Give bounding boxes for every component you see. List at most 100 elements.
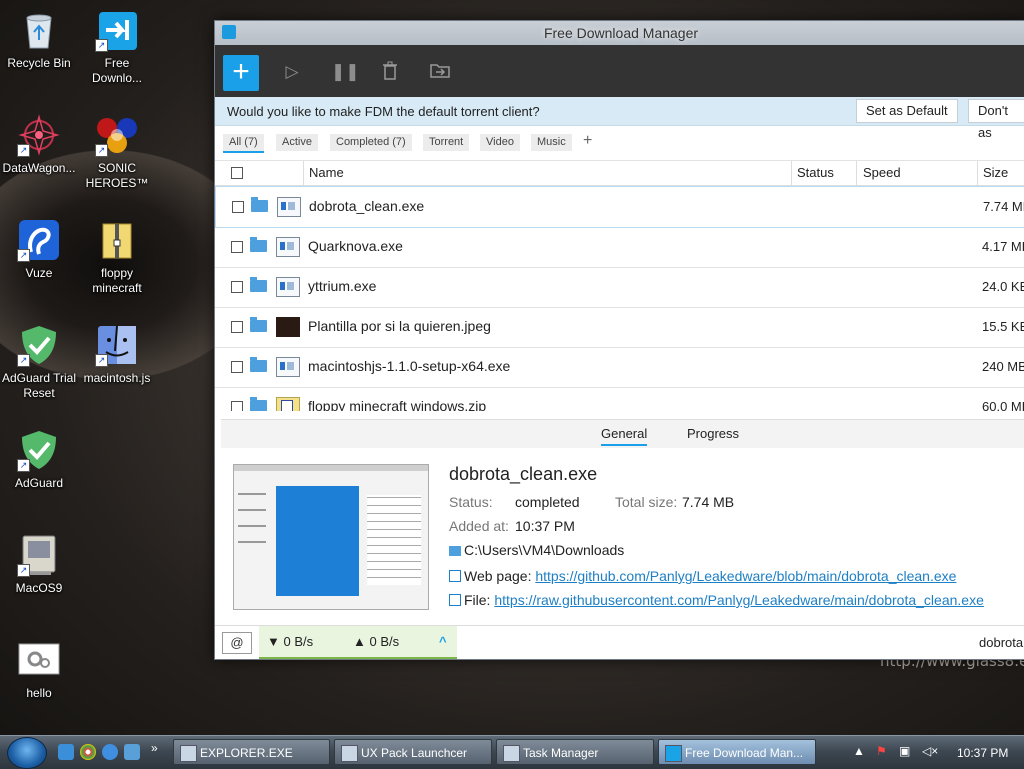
task-ux-pack[interactable]: UX Pack Launchcer bbox=[334, 739, 492, 765]
total-size-value: 7.74 MB bbox=[682, 494, 735, 510]
desktop-icon-label: AdGuard bbox=[14, 476, 64, 490]
desktop-icon-floppy-minecraft[interactable]: floppy minecraft bbox=[78, 218, 156, 296]
table-row[interactable]: Plantilla por si la quieren.jpeg 15.5 KB bbox=[215, 307, 1024, 348]
column-status[interactable]: Status bbox=[797, 165, 834, 180]
default-client-notice: Would you like to make FDM the default t… bbox=[215, 97, 1024, 140]
row-checkbox[interactable] bbox=[231, 241, 243, 253]
volume-muted-icon[interactable]: ◁× bbox=[922, 744, 938, 758]
task-label: EXPLORER.EXE bbox=[200, 746, 293, 760]
dont-ask-button[interactable]: Don't as bbox=[968, 99, 1024, 140]
upload-speed: ▲ 0 B/s bbox=[353, 634, 400, 649]
select-all-checkbox[interactable] bbox=[231, 167, 243, 179]
add-filter-button[interactable]: + bbox=[583, 132, 592, 150]
table-row[interactable]: Quarknova.exe 4.17 MB bbox=[215, 227, 1024, 268]
task-task-manager[interactable]: Task Manager bbox=[496, 739, 654, 765]
network-icon[interactable]: ▣ bbox=[899, 744, 910, 758]
web-page-link[interactable]: https://github.com/Panlyg/Leakedware/blo… bbox=[535, 568, 956, 584]
open-folder-icon[interactable] bbox=[250, 277, 267, 292]
file-size: 60.0 MB bbox=[982, 399, 1024, 411]
task-fdm[interactable]: Free Download Man... bbox=[658, 739, 816, 765]
desktop-icon-macos9[interactable]: ↗ MacOS9 bbox=[0, 533, 78, 596]
row-checkbox[interactable] bbox=[231, 401, 243, 411]
set-as-default-button[interactable]: Set as Default bbox=[856, 99, 958, 123]
desktop-icon-recycle-bin[interactable]: Recycle Bin bbox=[0, 8, 78, 71]
internet-explorer-icon[interactable] bbox=[102, 744, 118, 760]
zip-folder-icon bbox=[95, 218, 139, 262]
details-panel: General Progress dobrota_clean.exe Statu… bbox=[221, 419, 1024, 627]
file-url-link[interactable]: https://raw.githubusercontent.com/Panlyg… bbox=[494, 592, 984, 608]
table-header: Name Status Speed Size bbox=[215, 161, 1024, 186]
filter-music[interactable]: Music bbox=[531, 134, 572, 151]
row-checkbox[interactable] bbox=[231, 321, 243, 333]
pause-button[interactable]: ❚❚ bbox=[331, 61, 360, 83]
column-name[interactable]: Name bbox=[309, 165, 344, 180]
desktop-icon-adguard[interactable]: ↗ AdGuard bbox=[0, 428, 78, 491]
tab-progress[interactable]: Progress bbox=[687, 426, 739, 441]
desktop-icon-label: Free Downlo... bbox=[91, 56, 143, 85]
desktop-icon-hello[interactable]: hello bbox=[0, 638, 78, 701]
open-folder-icon[interactable] bbox=[250, 397, 267, 411]
quick-launch-overflow[interactable]: » bbox=[151, 741, 158, 755]
speed-indicator[interactable]: ▼ 0 B/s ▲ 0 B/s ^ bbox=[259, 626, 457, 659]
show-desktop-icon[interactable] bbox=[58, 744, 74, 760]
tab-general[interactable]: General bbox=[601, 426, 648, 446]
filter-completed[interactable]: Completed (7) bbox=[330, 134, 412, 151]
shortcut-arrow-icon: ↗ bbox=[95, 354, 108, 367]
task-explorer[interactable]: EXPLORER.EXE bbox=[173, 739, 330, 765]
action-center-flag-icon[interactable]: ⚑ bbox=[876, 744, 887, 758]
file-size: 4.17 MB bbox=[982, 239, 1024, 254]
open-folder-icon[interactable] bbox=[251, 197, 268, 212]
total-size-label: Total size: bbox=[615, 494, 678, 510]
shortcut-arrow-icon: ↗ bbox=[17, 144, 30, 157]
recycle-bin-icon bbox=[17, 8, 61, 52]
expand-speed-icon[interactable]: ^ bbox=[439, 634, 447, 649]
desktop-icon-vuze[interactable]: ↗ Vuze bbox=[0, 218, 78, 281]
fdm-window[interactable]: Free Download Manager + ▷ ❚❚ Would you l… bbox=[214, 20, 1024, 660]
exe-icon bbox=[276, 237, 300, 257]
row-checkbox[interactable] bbox=[231, 361, 243, 373]
fdm-app-icon: ↗ bbox=[95, 8, 139, 52]
move-to-folder-button[interactable] bbox=[429, 61, 451, 83]
filter-active[interactable]: Active bbox=[276, 134, 318, 151]
delete-button[interactable] bbox=[379, 61, 401, 83]
file-name: yttrium.exe bbox=[308, 278, 377, 294]
desktop-icon-sonic-heroes[interactable]: ↗ SONIC HEROES™ bbox=[78, 113, 156, 191]
row-checkbox[interactable] bbox=[232, 201, 244, 213]
column-speed[interactable]: Speed bbox=[863, 165, 901, 180]
folder-move-icon bbox=[430, 64, 450, 78]
table-row[interactable]: yttrium.exe 24.0 KB bbox=[215, 267, 1024, 308]
open-folder-icon[interactable] bbox=[250, 317, 267, 332]
desktop-icon-datawagon[interactable]: ↗ DataWagon... bbox=[0, 113, 78, 176]
open-folder-icon[interactable] bbox=[250, 357, 267, 372]
row-checkbox[interactable] bbox=[231, 281, 243, 293]
desktop-icon-macintosh-js[interactable]: ↗ macintosh.js bbox=[78, 323, 156, 386]
shortcut-arrow-icon: ↗ bbox=[17, 354, 30, 367]
open-folder-icon[interactable] bbox=[250, 237, 267, 252]
switch-windows-icon[interactable] bbox=[124, 744, 140, 760]
add-download-button[interactable]: + bbox=[223, 55, 259, 91]
table-row[interactable]: floppy minecraft windows.zip 60.0 MB bbox=[215, 387, 1024, 411]
snail-mode-button[interactable]: @ bbox=[222, 632, 252, 654]
table-row[interactable]: macintoshjs-1.1.0-setup-x64.exe 240 MB bbox=[215, 347, 1024, 388]
window-titlebar[interactable]: Free Download Manager bbox=[215, 21, 1024, 45]
show-hidden-icons[interactable]: ▲ bbox=[853, 744, 865, 758]
desktop-icon-adguard-trial-reset[interactable]: ↗ AdGuard Trial Reset bbox=[0, 323, 78, 401]
file-name: floppy minecraft windows.zip bbox=[308, 398, 487, 411]
chrome-icon[interactable] bbox=[80, 744, 96, 760]
filter-all[interactable]: All (7) bbox=[223, 134, 264, 153]
column-size[interactable]: Size bbox=[983, 165, 1008, 180]
file-name: macintoshjs-1.1.0-setup-x64.exe bbox=[308, 358, 511, 374]
resume-button[interactable]: ▷ bbox=[281, 61, 303, 83]
desktop-icon-fdm[interactable]: ↗ Free Downlo... bbox=[78, 8, 156, 86]
toolbar: + ▷ ❚❚ bbox=[215, 45, 1024, 97]
filter-video[interactable]: Video bbox=[480, 134, 520, 151]
table-row[interactable]: dobrota_clean.exe 7.74 MB bbox=[215, 186, 1024, 228]
column-divider bbox=[977, 161, 978, 185]
file-name: dobrota_clean.exe bbox=[309, 198, 425, 214]
desktop-icon-label: SONIC HEROES™ bbox=[85, 161, 149, 190]
filter-torrent[interactable]: Torrent bbox=[423, 134, 470, 151]
download-folder[interactable]: C:\Users\VM4\Downloads bbox=[449, 542, 624, 558]
taskbar-clock[interactable]: 10:37 PM bbox=[957, 746, 1008, 760]
start-button[interactable] bbox=[7, 737, 47, 769]
task-label: UX Pack Launchcer bbox=[361, 746, 468, 760]
